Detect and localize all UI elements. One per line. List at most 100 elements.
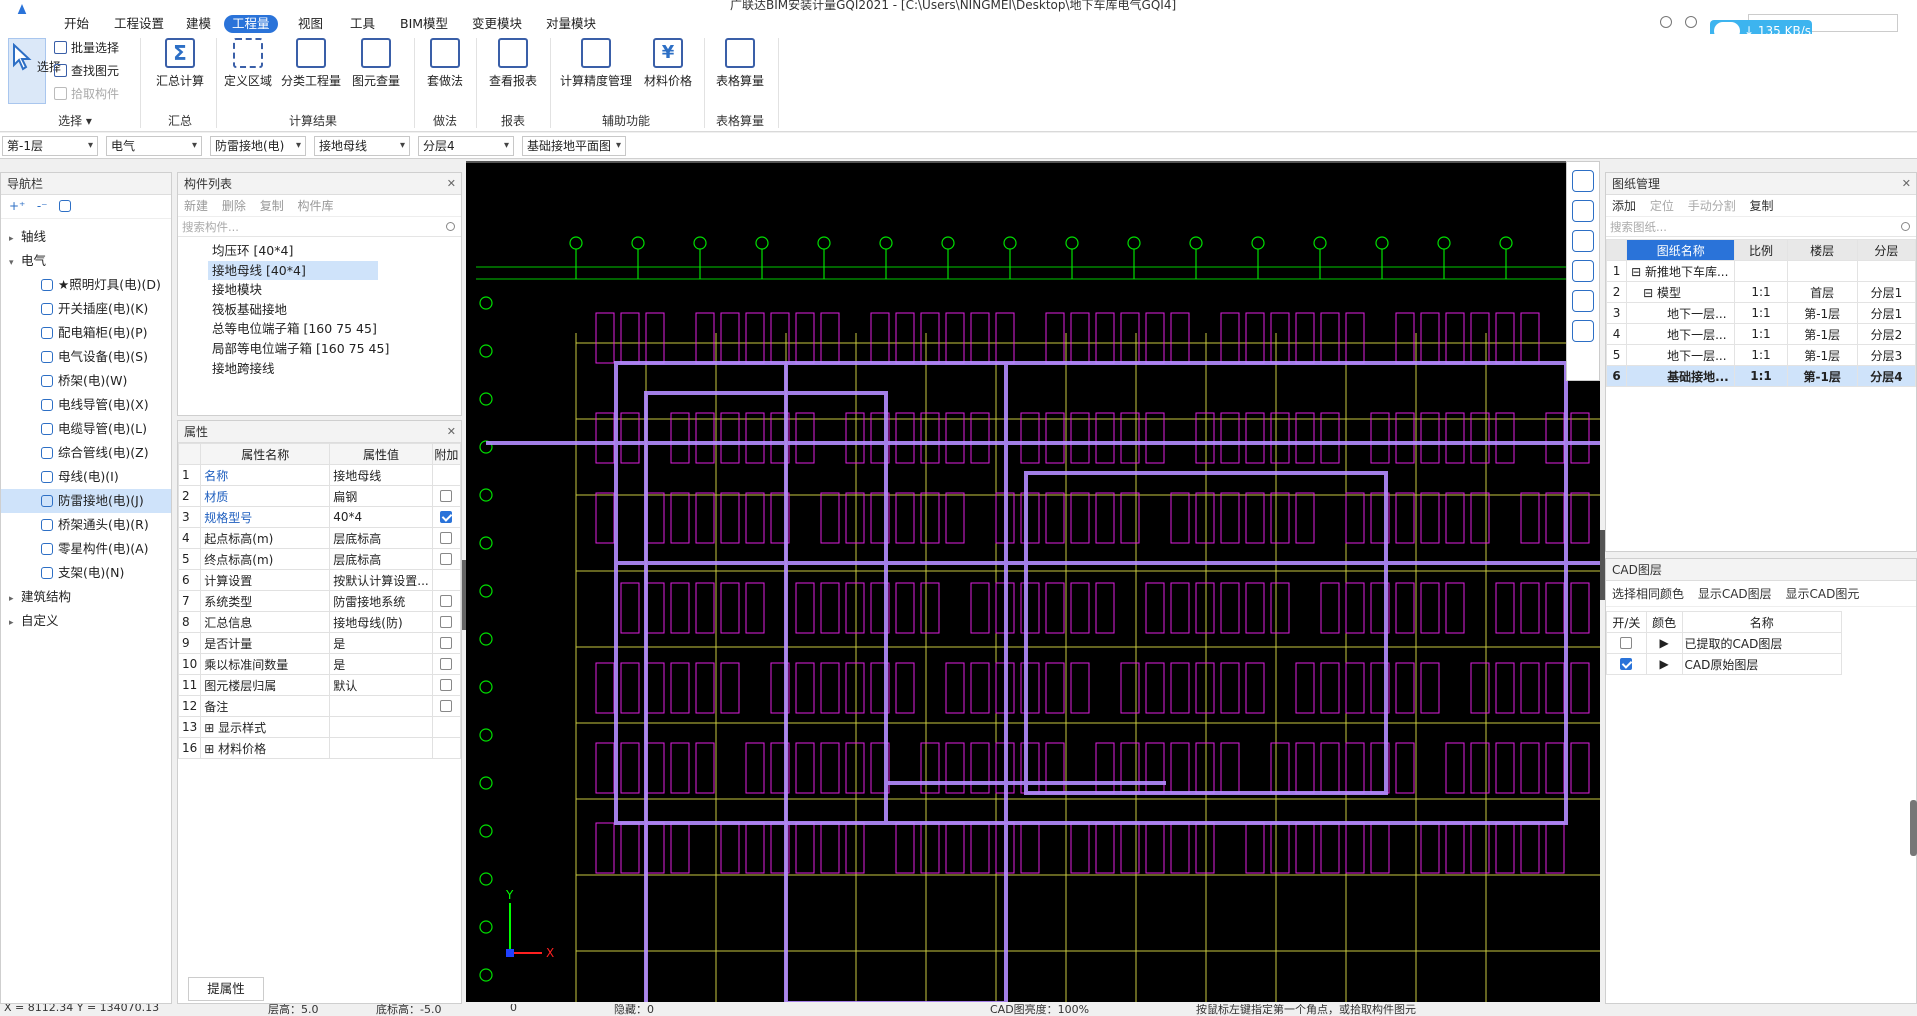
property-row[interactable]: 10 乘以标准间数量是 [177, 653, 462, 675]
new-component-button[interactable]: 新建 [184, 199, 208, 213]
component-search-input[interactable]: 搜索构件... [178, 217, 461, 237]
expand-all-icon[interactable]: +⁺ [9, 199, 25, 213]
nav-item[interactable]: 母线(电)(I) [1, 465, 171, 489]
nav-item[interactable]: ▸ 轴线 [1, 225, 171, 249]
expand-icon[interactable]: ⊞ [204, 742, 218, 756]
menu-modeling[interactable]: 建模 [178, 15, 219, 33]
property-row[interactable]: 12 备注 [177, 695, 462, 717]
layer-toggle-checkbox[interactable] [1620, 658, 1633, 670]
cad-drawing[interactable]: Y X [466, 163, 1600, 1002]
cad-layer-row[interactable]: ▶ CAD原始图层 [1606, 653, 1843, 675]
component-list-item[interactable]: 接地母线 [40*4] [178, 260, 461, 281]
component-list-item[interactable]: 局部等电位端子箱 [160 75 45] [178, 339, 461, 359]
user-icon[interactable] [1660, 16, 1672, 28]
copy-drawing-button[interactable]: 复制 [1750, 199, 1774, 213]
property-value[interactable]: 默认 [329, 674, 433, 696]
show-cad-elements-button[interactable]: 显示CAD图元 [1786, 587, 1860, 601]
attach-checkbox[interactable] [440, 532, 453, 544]
property-value[interactable]: 是 [329, 653, 433, 675]
drawing-name[interactable]: 地下一层... [1626, 344, 1736, 366]
property-value[interactable]: 是 [329, 632, 433, 654]
select-same-color-button[interactable]: 选择相同颜色 [1612, 587, 1684, 601]
attach-checkbox[interactable] [440, 616, 453, 628]
drawing-row[interactable]: 4 地下一层... 1:1 第-1层 分层2 [1605, 323, 1917, 345]
headset-icon[interactable] [1685, 16, 1697, 28]
attach-checkbox[interactable] [440, 553, 453, 565]
component-list-item[interactable]: 接地跨接线 [178, 359, 461, 379]
drawing-row[interactable]: 5 地下一层... 1:1 第-1层 分层3 [1605, 344, 1917, 366]
cad-brightness[interactable]: CAD图亮度：100% [990, 1004, 1089, 1016]
drawing-row[interactable]: 1 ⊟ 新推地下车库... [1605, 260, 1917, 282]
menu-compare-module[interactable]: 对量模块 [538, 15, 604, 33]
close-icon[interactable]: ✕ [1902, 173, 1911, 195]
menu-quantity[interactable]: 工程量 [224, 15, 278, 33]
layer-color-arrow-icon[interactable]: ▶ [1645, 632, 1683, 654]
sub-quantity-button[interactable]: 分类工程量 [278, 38, 344, 89]
batch-select-button[interactable]: 批量选择 [54, 39, 119, 56]
edit-icon[interactable] [58, 200, 71, 212]
view-3d-icon[interactable] [1572, 200, 1594, 222]
expand-arrow-icon[interactable]: ▸ [9, 611, 21, 635]
cad-canvas[interactable]: Y X [466, 161, 1600, 1002]
attach-checkbox[interactable] [440, 679, 453, 691]
menu-bim-model[interactable]: BIM模型 [392, 15, 456, 33]
collapse-arrow-icon[interactable]: ▾ [9, 251, 21, 275]
nav-item[interactable]: ▾ 电气 [1, 249, 171, 273]
drawing-header-floor[interactable]: 楼层 [1786, 239, 1858, 261]
drawing-select[interactable]: 基础接地平面图 [522, 136, 626, 156]
expand-arrow-icon[interactable]: ▸ [9, 227, 21, 251]
find-element-button[interactable]: 查找图元 [54, 62, 119, 79]
menu-tools[interactable]: 工具 [342, 15, 383, 33]
property-value[interactable]: 接地母线(防) [329, 611, 433, 633]
property-value[interactable]: 40*4 [329, 506, 433, 528]
nav-item[interactable]: 配电箱柜(电)(P) [1, 321, 171, 345]
layer-toggle-checkbox[interactable] [1620, 637, 1633, 649]
component-type-select[interactable]: 接地母线 [314, 136, 410, 156]
property-value[interactable]: 接地母线 [329, 464, 433, 486]
nav-item[interactable]: ▸ 建筑结构 [1, 585, 171, 609]
property-value[interactable]: 按默认计算设置... [329, 569, 433, 591]
material-price-button[interactable]: ¥ 材料价格 [640, 38, 696, 89]
property-row[interactable]: 4 起点标高(m) 层底标高 [177, 527, 462, 549]
menu-project-settings[interactable]: 工程设置 [106, 15, 172, 33]
component-library-button[interactable]: 构件库 [298, 199, 334, 213]
view-settings-icon[interactable] [1572, 320, 1594, 342]
attach-checkbox[interactable] [440, 637, 453, 649]
view-orbit-icon[interactable] [1572, 170, 1594, 192]
show-cad-layers-button[interactable]: 显示CAD图层 [1698, 587, 1772, 601]
attach-checkbox[interactable] [440, 658, 453, 670]
menu-change-module[interactable]: 变更模块 [464, 15, 530, 33]
rotate-icon[interactable] [1572, 290, 1594, 312]
manual-split-button[interactable]: 手动分割 [1688, 199, 1736, 213]
property-value[interactable] [329, 716, 433, 738]
element-check-button[interactable]: 图元查量 [348, 38, 404, 89]
close-icon[interactable]: ✕ [447, 421, 456, 443]
category-select[interactable]: 防雷接地(电) [210, 136, 306, 156]
layer-select[interactable]: 分层4 [418, 136, 514, 156]
property-value[interactable]: 扁钢 [329, 485, 433, 507]
nav-item[interactable]: 电缆导管(电)(L) [1, 417, 171, 441]
nav-item[interactable]: 电线导管(电)(X) [1, 393, 171, 417]
collapse-all-icon[interactable]: -⁻ [37, 199, 48, 213]
property-row[interactable]: 3 规格型号 40*4 [177, 506, 462, 528]
property-row[interactable]: 7 系统类型 防雷接地系统 [177, 590, 462, 612]
drawing-name[interactable]: 地下一层... [1626, 323, 1736, 345]
property-row[interactable]: 13 ⊞ 显示样式 [177, 716, 462, 738]
locate-drawing-button[interactable]: 定位 [1650, 199, 1674, 213]
sum-calc-button[interactable]: Σ 汇总计算 [150, 38, 210, 89]
attach-checkbox[interactable] [440, 511, 453, 523]
nav-item[interactable]: 零星构件(电)(A) [1, 537, 171, 561]
property-value[interactable] [329, 737, 433, 759]
table-calc-button[interactable]: 表格算量 [712, 38, 768, 89]
property-value[interactable]: 层底标高 [329, 548, 433, 570]
drawing-header-ratio[interactable]: 比例 [1734, 239, 1788, 261]
nav-item[interactable]: 防雷接地(电)(J) [1, 489, 171, 513]
copy-component-button[interactable]: 复制 [260, 199, 284, 213]
property-row[interactable]: 8 汇总信息 接地母线(防) [177, 611, 462, 633]
drawing-search-input[interactable]: 搜索图纸... [1606, 217, 1916, 237]
precision-mgmt-button[interactable]: 计算精度管理 [556, 38, 636, 89]
component-list-item[interactable]: 筏板基础接地 [178, 300, 461, 320]
property-row[interactable]: 11 图元楼层归属 默认 [177, 674, 462, 696]
nav-item[interactable]: 支架(电)(N) [1, 561, 171, 585]
expand-icon[interactable]: ⊞ [204, 721, 218, 735]
